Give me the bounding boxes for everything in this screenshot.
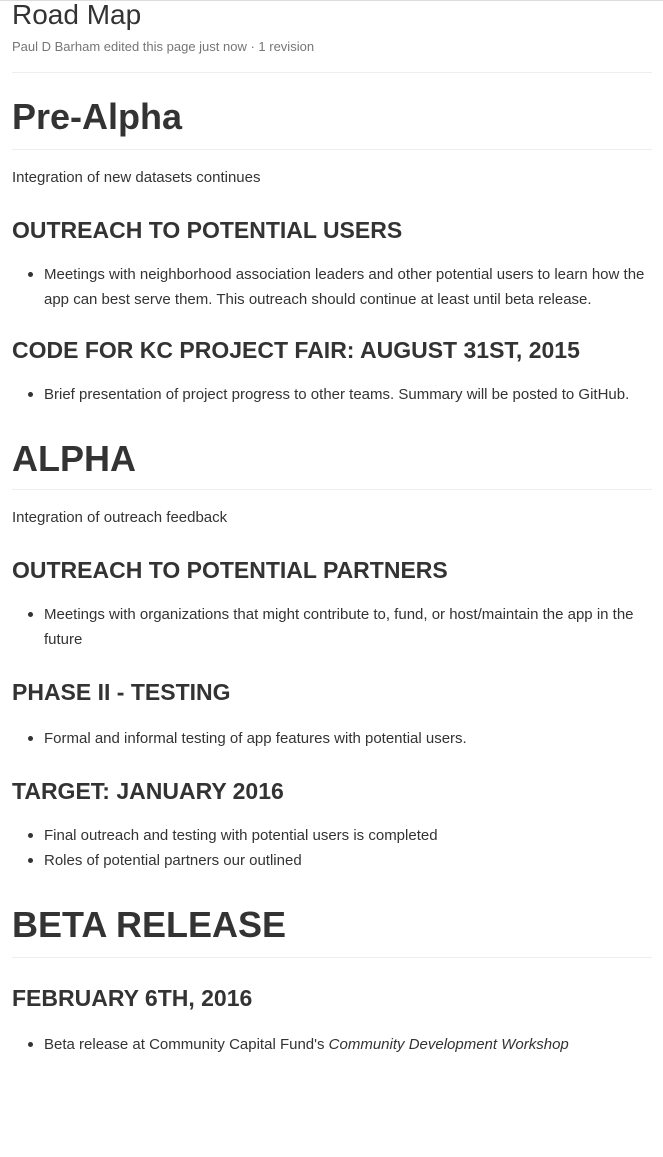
subheading-outreach-users: OUTREACH TO POTENTIAL USERS [12,217,403,243]
subheading-outreach-partners: OUTREACH TO POTENTIAL PARTNERS [12,557,448,583]
list-item: Beta release at Community Capital Fund's… [28,1032,652,1057]
subheading-code-for-kc: CODE FOR KC PROJECT FAIR: AUGUST 31ST, 2… [12,337,580,363]
page-title: Road Map [12,0,142,30]
subheading-target: TARGET: JANUARY 2016 [12,778,284,804]
revision-meta[interactable]: Paul D Barham edited this page just now … [12,39,652,55]
list-phase-ii-testing: Formal and informal testing of app featu… [12,726,652,751]
list-outreach-partners: Meetings with organizations that might c… [12,602,652,652]
wiki-page: Road Map Paul D Barham edited this page … [12,0,652,1057]
list-item: Roles of potential partners our outlined [28,848,652,873]
list-item: Meetings with neighborhood association l… [28,262,652,312]
list-target: Final outreach and testing with potentia… [12,823,652,873]
section-divider [12,489,652,490]
section-lead-pre-alpha: Integration of new datasets continues [12,169,261,186]
section-heading-beta-release: BETA RELEASE [12,904,287,945]
list-item-text: Beta release at Community Capital Fund's [44,1036,329,1053]
list-item: Brief presentation of project progress t… [28,382,652,407]
section-divider [12,149,652,150]
list-item: Formal and informal testing of app featu… [28,726,652,751]
list-code-for-kc: Brief presentation of project progress t… [12,382,652,407]
list-february: Beta release at Community Capital Fund's… [12,1032,652,1057]
list-item: Final outreach and testing with potentia… [28,823,652,848]
section-lead-alpha: Integration of outreach feedback [12,509,228,526]
section-heading-pre-alpha: Pre-Alpha [12,96,183,137]
section-heading-alpha: ALPHA [12,438,136,479]
list-outreach-users: Meetings with neighborhood association l… [12,262,652,312]
workshop-name: Community Development Workshop [328,1036,569,1053]
section-divider [12,957,652,958]
subheading-february: FEBRUARY 6TH, 2016 [12,985,253,1011]
header-divider [12,72,652,73]
subheading-phase-ii-testing: PHASE II - TESTING [12,679,231,705]
list-item: Meetings with organizations that might c… [28,602,652,652]
